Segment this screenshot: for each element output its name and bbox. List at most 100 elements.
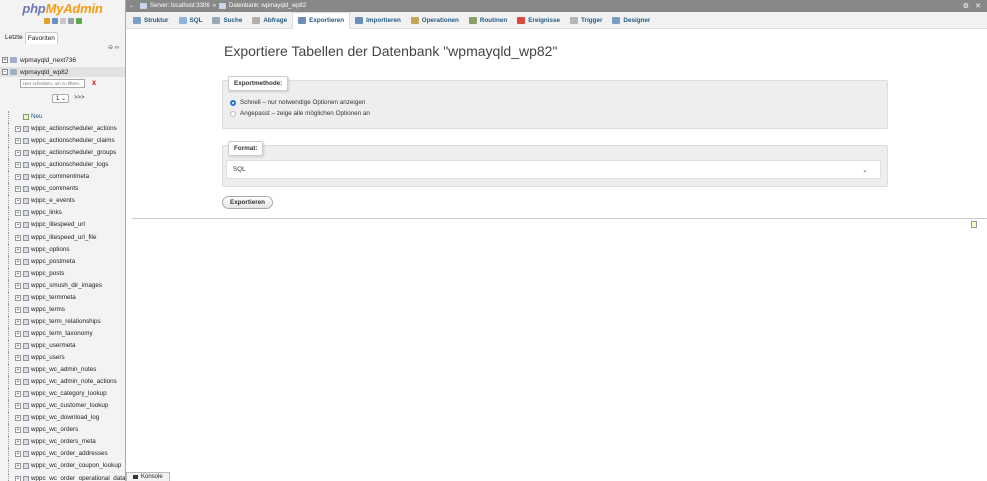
expand-icon[interactable]: + — [15, 174, 21, 181]
close-icon[interactable]: ✕ — [975, 2, 981, 10]
table-list-item[interactable]: + wppc_wc_admin_note_actions — [0, 376, 125, 389]
table-list-item[interactable]: + wppc_wc_order_addresses — [0, 448, 125, 461]
table-icon[interactable] — [23, 162, 29, 169]
tab-routinen[interactable]: Routinen — [464, 12, 512, 28]
table-name[interactable]: wppc_termmeta — [31, 294, 76, 301]
table-filter-input[interactable] — [20, 79, 85, 88]
table-icon[interactable] — [23, 174, 29, 181]
db-item-next736[interactable]: + wpmayqld_next736 — [0, 55, 125, 65]
table-icon[interactable] — [23, 234, 29, 241]
table-name[interactable]: wppc_wc_order_operational_data — [31, 475, 125, 481]
table-list-item[interactable]: + wppc_e_events — [0, 195, 125, 208]
logout-icon[interactable] — [51, 18, 58, 24]
tab-designer[interactable]: Designer — [607, 12, 655, 28]
new-table-icon[interactable] — [23, 114, 29, 120]
table-list-item[interactable]: + wppc_comments — [0, 183, 125, 196]
table-icon[interactable] — [23, 246, 29, 253]
table-icon[interactable] — [23, 186, 29, 193]
table-name[interactable]: wppc_wc_customer_lookup — [31, 402, 108, 409]
expand-icon[interactable]: + — [15, 367, 21, 374]
table-list-item[interactable]: + wppc_wc_customer_lookup — [0, 400, 125, 413]
table-list-item[interactable]: + wppc_postmeta — [0, 255, 125, 268]
table-icon[interactable] — [23, 463, 29, 470]
table-icon[interactable] — [23, 318, 29, 325]
table-name[interactable]: wppc_wc_orders_meta — [31, 438, 96, 445]
table-name[interactable]: wppc_actionscheduler_actions — [31, 125, 117, 132]
phpmyadmin-logo[interactable]: phpMyAdmin — [0, 0, 125, 16]
table-name[interactable]: wppc_actionscheduler_logs — [31, 161, 108, 168]
table-list-item[interactable]: + wppc_term_taxonomy — [0, 327, 125, 340]
expand-icon[interactable]: + — [15, 318, 21, 325]
table-icon[interactable] — [23, 475, 29, 481]
table-name[interactable]: wppc_smush_dir_images — [31, 282, 102, 289]
tab-exportieren[interactable]: Exportieren — [292, 12, 351, 29]
radio-quick-option[interactable]: Schnell – nur notwendige Optionen anzeig… — [230, 99, 365, 106]
table-name[interactable]: wppc_posts — [31, 270, 64, 277]
page-settings-icon[interactable] — [971, 221, 977, 228]
tab-operationen[interactable]: Operationen — [406, 12, 464, 28]
table-icon[interactable] — [23, 451, 29, 458]
table-icon[interactable] — [23, 342, 29, 349]
tab-sql[interactable]: SQL — [174, 12, 208, 28]
reload-icon[interactable] — [75, 18, 82, 24]
table-list-item[interactable]: + wppc_actionscheduler_actions — [0, 123, 125, 136]
table-icon[interactable] — [23, 439, 29, 446]
expand-icon[interactable]: + — [15, 222, 21, 229]
table-list-item[interactable]: + wppc_wc_order_operational_data — [0, 472, 125, 481]
export-button[interactable]: Exportieren — [222, 196, 273, 209]
table-name[interactable]: wppc_wc_admin_notes — [31, 366, 96, 373]
table-list-item[interactable]: + wppc_smush_dir_images — [0, 279, 125, 292]
clear-filter-icon[interactable]: X — [92, 81, 96, 87]
table-list-item[interactable]: + wppc_term_relationships — [0, 315, 125, 328]
db-item-wp82[interactable]: − wpmayqld_wp82 — [0, 67, 125, 77]
table-name[interactable]: wppc_commentmeta — [31, 173, 89, 180]
expand-icon[interactable]: + — [15, 198, 21, 205]
expand-icon[interactable]: + — [15, 463, 21, 470]
radio-quick-label[interactable]: Schnell – nur notwendige Optionen anzeig… — [240, 99, 365, 106]
expand-icon[interactable]: + — [15, 403, 21, 410]
table-list-item[interactable]: + wppc_actionscheduler_groups — [0, 147, 125, 160]
table-name[interactable]: wppc_actionscheduler_groups — [31, 149, 116, 156]
table-name[interactable]: wppc_term_taxonomy — [31, 330, 93, 337]
tab-importieren[interactable]: Importieren — [350, 12, 406, 28]
table-icon[interactable] — [23, 150, 29, 157]
table-name[interactable]: wppc_e_events — [31, 197, 75, 204]
table-icon[interactable] — [23, 403, 29, 410]
expand-icon[interactable]: + — [15, 234, 21, 241]
new-table-label[interactable]: Neu — [31, 113, 43, 120]
collapse-all-link[interactable]: ⊖ ∞ — [108, 44, 119, 51]
table-list-item[interactable]: + wppc_options — [0, 243, 125, 256]
table-icon[interactable] — [23, 306, 29, 313]
table-list-item[interactable]: + wppc_wc_download_log — [0, 412, 125, 425]
back-arrow-icon[interactable]: ← — [129, 3, 135, 9]
expand-icon[interactable]: + — [15, 355, 21, 361]
expand-icon[interactable]: + — [15, 150, 21, 157]
tab-abfrage[interactable]: Abfrage — [247, 12, 292, 28]
expand-icon[interactable]: + — [15, 138, 21, 145]
expand-icon[interactable]: + — [15, 427, 21, 434]
table-name[interactable]: wppc_wc_category_lookup — [31, 390, 107, 397]
table-name[interactable]: wppc_terms — [31, 306, 65, 313]
table-icon[interactable] — [23, 270, 29, 277]
expand-icon[interactable]: + — [15, 162, 21, 169]
expand-icon[interactable]: + — [15, 475, 21, 481]
table-icon[interactable] — [23, 355, 29, 361]
table-icon[interactable] — [23, 427, 29, 434]
table-name[interactable]: wppc_options — [31, 246, 70, 253]
tab-trigger[interactable]: Trigger — [565, 12, 607, 28]
expand-icon[interactable]: + — [15, 126, 21, 133]
table-list-item[interactable]: + wppc_links — [0, 207, 125, 220]
table-list-item[interactable]: + wppc_actionscheduler_claims — [0, 135, 125, 148]
radio-custom[interactable] — [230, 110, 236, 117]
gear-icon[interactable]: ⚙ — [963, 2, 969, 10]
table-icon[interactable] — [23, 330, 29, 337]
table-icon[interactable] — [23, 367, 29, 374]
table-name[interactable]: wppc_wc_admin_note_actions — [31, 378, 117, 385]
table-name[interactable]: wppc_comments — [31, 185, 78, 192]
table-name[interactable]: wppc_links — [31, 209, 62, 216]
table-list-item[interactable]: + wppc_users — [0, 352, 125, 364]
table-icon[interactable] — [23, 198, 29, 205]
nav-tab-favorites[interactable]: Favoriten — [24, 32, 58, 44]
table-name[interactable]: wppc_wc_order_addresses — [31, 450, 108, 457]
format-select[interactable]: SQL ⌄ — [226, 160, 881, 179]
